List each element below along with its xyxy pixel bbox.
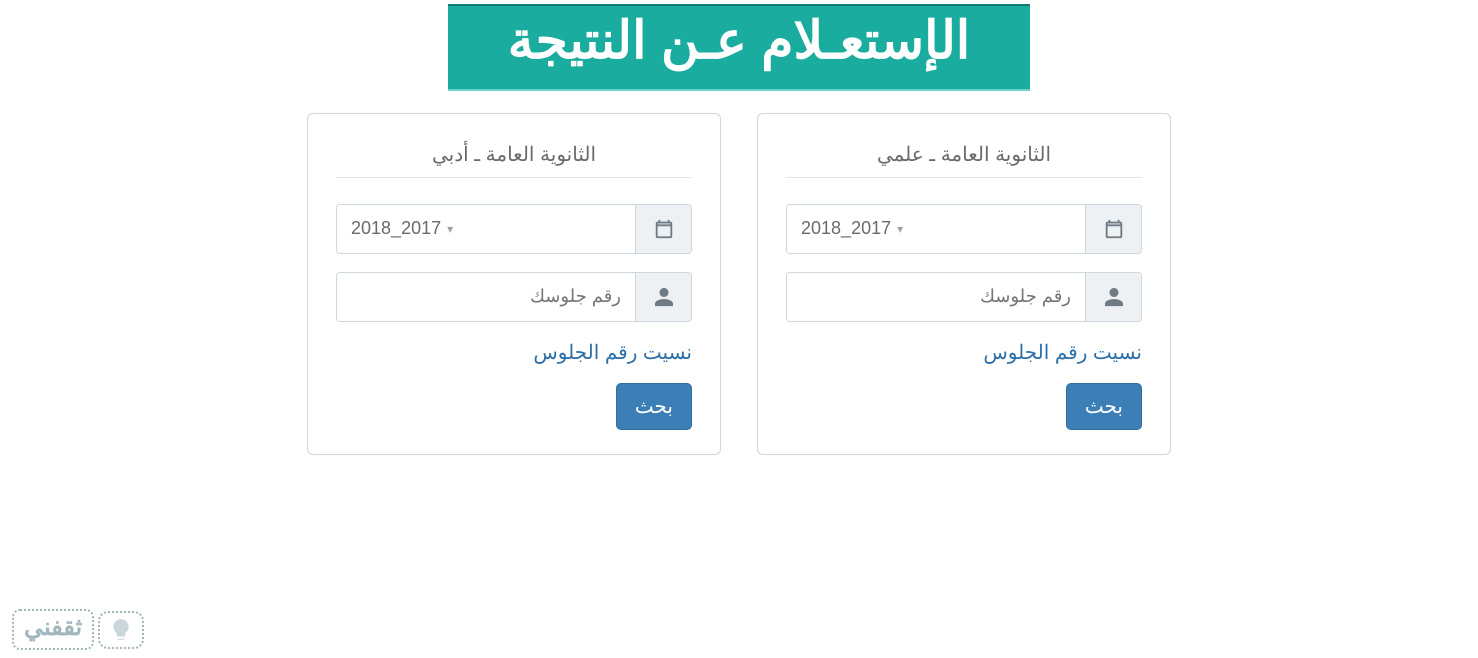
chevron-down-icon: ▾ — [897, 222, 903, 236]
year-select[interactable]: ▾ 2017_2018 — [786, 204, 1142, 254]
search-button[interactable]: بحث — [616, 383, 692, 430]
year-value: 2017_2018 — [351, 218, 441, 239]
card-literary: الثانوية العامة ـ أدبي ▾ 2017_2018 نسيت … — [307, 113, 721, 455]
user-icon — [1085, 273, 1141, 321]
year-value: 2017_2018 — [801, 218, 891, 239]
year-select[interactable]: ▾ 2017_2018 — [336, 204, 692, 254]
calendar-icon — [1085, 205, 1141, 253]
forgot-seat-link[interactable]: نسيت رقم الجلوس — [983, 342, 1142, 364]
page-title: الإستعـلام عـن النتيجة — [448, 4, 1031, 91]
forgot-seat-link[interactable]: نسيت رقم الجلوس — [533, 342, 692, 364]
page-banner: الإستعـلام عـن النتيجة — [0, 0, 1478, 91]
lightbulb-icon — [98, 611, 144, 649]
chevron-down-icon: ▾ — [447, 222, 453, 236]
site-logo: ثقفني — [12, 609, 144, 650]
card-title: الثانوية العامة ـ علمي — [786, 142, 1142, 178]
seat-input[interactable] — [787, 273, 1085, 321]
seat-input[interactable] — [337, 273, 635, 321]
search-button[interactable]: بحث — [1066, 383, 1142, 430]
card-science: الثانوية العامة ـ علمي ▾ 2017_2018 نسيت … — [757, 113, 1171, 455]
logo-text: ثقفني — [12, 609, 94, 650]
calendar-icon — [635, 205, 691, 253]
card-title: الثانوية العامة ـ أدبي — [336, 142, 692, 178]
user-icon — [635, 273, 691, 321]
cards-container: الثانوية العامة ـ أدبي ▾ 2017_2018 نسيت … — [0, 113, 1478, 455]
seat-input-group — [786, 272, 1142, 322]
seat-input-group — [336, 272, 692, 322]
